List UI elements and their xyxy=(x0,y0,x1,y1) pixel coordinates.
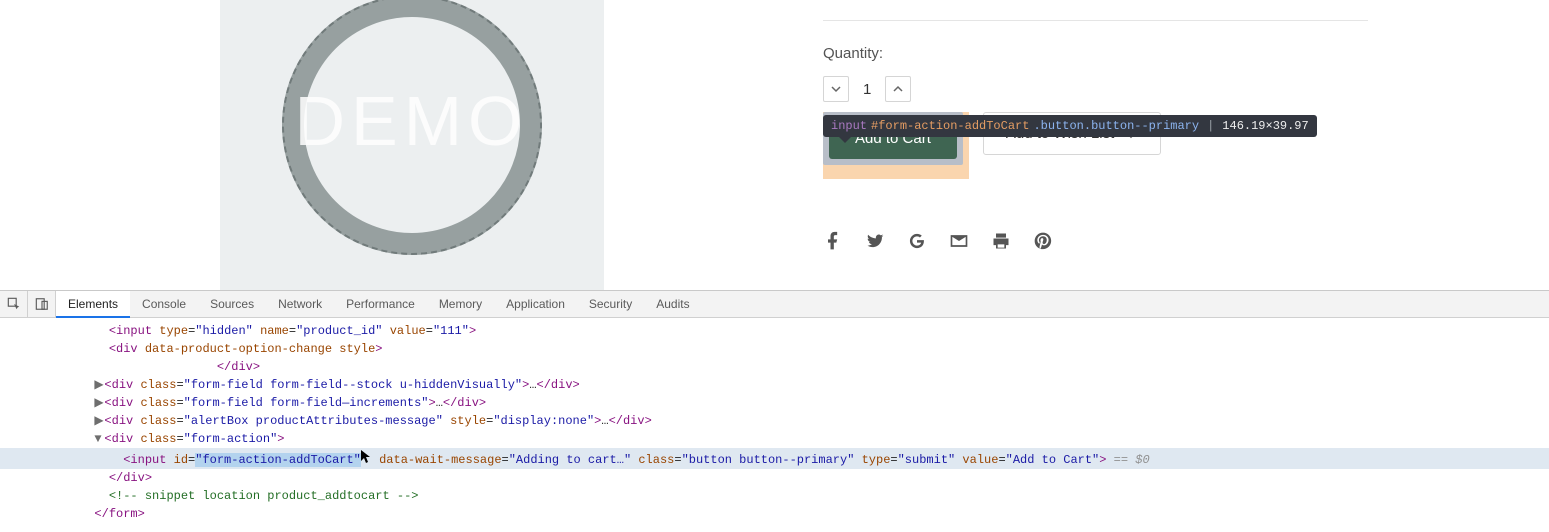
code-line[interactable]: ▶<div class="form-field form-field—incre… xyxy=(0,394,1549,412)
devtools-panel: Elements Console Sources Network Perform… xyxy=(0,290,1549,532)
demo-watermark: DEMO xyxy=(295,81,529,161)
tab-security[interactable]: Security xyxy=(577,291,644,318)
mouse-cursor-icon xyxy=(361,448,372,463)
code-line[interactable]: <!-- snippet location product_addtocart … xyxy=(0,487,1549,505)
email-icon[interactable] xyxy=(949,231,969,254)
tab-network[interactable]: Network xyxy=(266,291,334,318)
code-line[interactable]: ▶<div class="form-field form-field--stoc… xyxy=(0,376,1549,394)
devtools-tabbar: Elements Console Sources Network Perform… xyxy=(0,291,1549,318)
tab-sources[interactable]: Sources xyxy=(198,291,266,318)
tab-application[interactable]: Application xyxy=(494,291,577,318)
code-line-selected[interactable]: <input id="form-action-addToCart" data-w… xyxy=(0,448,1549,469)
tab-memory[interactable]: Memory xyxy=(427,291,494,318)
tab-performance[interactable]: Performance xyxy=(334,291,427,318)
twitter-icon[interactable] xyxy=(865,231,885,254)
product-details: Quantity: 1 input #form-action-addToCart.… xyxy=(823,0,1549,290)
quantity-value: 1 xyxy=(857,81,877,98)
device-toolbar-button[interactable] xyxy=(28,291,56,318)
product-image-area: DEMO xyxy=(0,0,823,290)
product-image: DEMO xyxy=(220,0,604,290)
quantity-label: Quantity: xyxy=(823,45,1549,62)
tab-elements[interactable]: Elements xyxy=(56,291,130,318)
element-inspect-tooltip: input #form-action-addToCart .button.butto… xyxy=(823,115,1317,137)
code-line[interactable]: <input type="hidden" name="product_id" v… xyxy=(0,322,1549,340)
tab-console[interactable]: Console xyxy=(130,291,198,318)
tooltip-tag: input xyxy=(831,119,867,133)
tooltip-id: #form-action-addToCart xyxy=(871,119,1029,133)
code-line[interactable]: </form> xyxy=(0,505,1549,523)
chevron-down-icon xyxy=(831,84,841,94)
devtools-elements-body[interactable]: <input type="hidden" name="product_id" v… xyxy=(0,318,1549,532)
code-line[interactable]: ▶<div class="alertBox productAttributes-… xyxy=(0,412,1549,430)
tooltip-separator: | xyxy=(1203,119,1218,133)
print-icon[interactable] xyxy=(991,231,1011,254)
tab-audits[interactable]: Audits xyxy=(644,291,701,318)
quantity-increase-button[interactable] xyxy=(885,76,911,102)
code-line[interactable]: <div data-product-option-change style> xyxy=(0,340,1549,358)
facebook-icon[interactable] xyxy=(823,231,843,254)
inspect-element-button[interactable] xyxy=(0,291,28,318)
share-icons-row xyxy=(823,231,1549,254)
pinterest-icon[interactable] xyxy=(1033,231,1053,254)
code-line[interactable]: </div> xyxy=(0,469,1549,487)
tooltip-dimensions: 146.19×39.97 xyxy=(1222,119,1308,133)
quantity-decrease-button[interactable] xyxy=(823,76,849,102)
chevron-up-icon xyxy=(893,84,903,94)
google-icon[interactable] xyxy=(907,231,927,254)
divider xyxy=(823,20,1368,21)
code-line[interactable]: ▼<div class="form-action"> xyxy=(0,430,1549,448)
quantity-stepper: 1 xyxy=(823,76,1549,102)
code-line[interactable]: </div> xyxy=(0,358,1549,376)
tooltip-classes: .button.button--primary xyxy=(1033,119,1199,133)
